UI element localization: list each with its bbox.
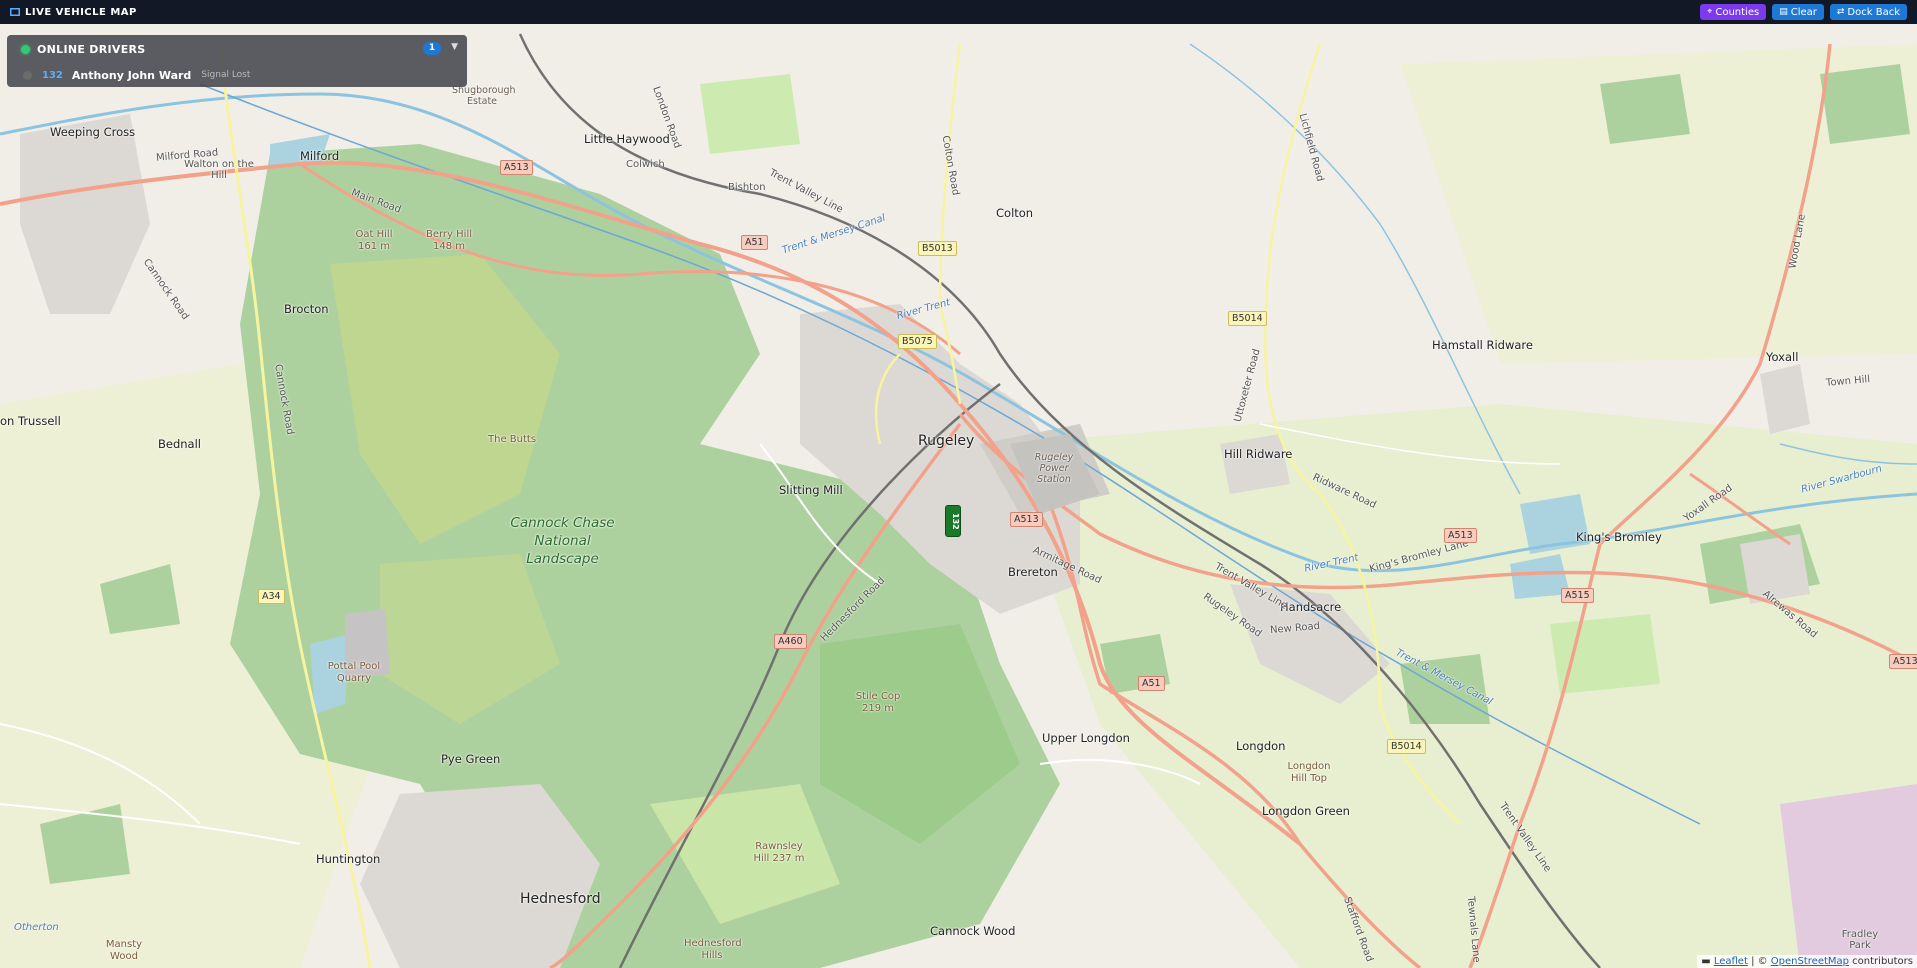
place-rugeley: Rugeley [918, 433, 975, 449]
place-brereton: Brereton [1008, 565, 1058, 579]
driver-vehicle-id: 132 [42, 69, 63, 81]
top-bar: LIVE VEHICLE MAP ⌖ Counties ▤ Clear ⇄ Do… [0, 0, 1917, 24]
signal-status-icon [23, 70, 32, 80]
place-hamstall-ridware: Hamstall Ridware [1432, 338, 1533, 352]
place-pye-green: Pye Green [441, 752, 501, 766]
shield-a513-2: A513 [1010, 512, 1043, 527]
app-title: LIVE VEHICLE MAP [10, 7, 137, 18]
map-attribution: ▬ Leaflet | © OpenStreetMap contributors [1697, 955, 1917, 968]
place-milford: Milford [300, 149, 340, 163]
clear-button[interactable]: ▤ Clear [1772, 4, 1824, 20]
place-brocton: Brocton [284, 302, 329, 316]
place-rugeley-power-station: Rugeley Power Station [1034, 452, 1074, 485]
place-hednesford-hills: Hednesford Hills [684, 938, 742, 961]
peak-oat-hill: Oat Hill 161 m [355, 229, 393, 252]
place-mansty-wood: Mansty Wood [105, 939, 143, 962]
driver-name: Anthony John Ward [71, 68, 192, 82]
peak-stile-cop: Stile Cop 219 m [855, 691, 901, 714]
place-weeping-cross: Weeping Cross [50, 125, 136, 139]
place-the-butts: The Butts [488, 434, 537, 445]
trash-icon: ▤ [1779, 7, 1788, 17]
leaflet-link[interactable]: Leaflet [1714, 956, 1748, 967]
place-cannock-wood: Cannock Wood [930, 924, 1016, 938]
map-pin-icon: ⌖ [1707, 7, 1713, 17]
shield-a515: A515 [1561, 588, 1594, 603]
place-on-trussell: on Trussell [0, 414, 61, 428]
park-cannock-chase: Cannock Chase National Landscape [510, 515, 615, 567]
peak-berry-hill: Berry Hill 148 m [425, 229, 472, 252]
swap-icon: ⇄ [1836, 7, 1845, 17]
place-little-haywood: Little Haywood [584, 132, 670, 146]
clear-label: Clear [1790, 6, 1817, 18]
vehicle-marker[interactable]: 132 [945, 505, 961, 537]
place-upper-longdon: Upper Longdon [1042, 731, 1130, 745]
place-colwich: Colwich [626, 159, 665, 170]
leaflet-flag-icon: ▬ [1701, 956, 1711, 967]
place-colton: Colton [996, 206, 1034, 220]
map-base [0, 24, 1917, 968]
shield-a513-4: A513 [1889, 654, 1917, 669]
dock-back-label: Dock Back [1847, 6, 1900, 18]
peak-rawnsley-hill: Rawnsley Hill 237 m [753, 841, 805, 864]
shield-a51-2: A51 [1138, 676, 1165, 691]
place-longdon: Longdon [1236, 739, 1286, 753]
chevron-down-icon[interactable]: ▼ [451, 42, 458, 52]
shield-a34: A34 [258, 589, 285, 604]
place-bednall: Bednall [158, 437, 201, 451]
place-kings-bromley: King's Bromley [1576, 530, 1662, 544]
counties-button[interactable]: ⌖ Counties [1700, 4, 1767, 20]
counties-label: Counties [1715, 6, 1760, 18]
shield-a513-3: A513 [1444, 528, 1477, 543]
driver-list-item[interactable]: 132 Anthony John Ward Signal Lost [7, 65, 467, 85]
place-yoxall: Yoxall [1766, 350, 1799, 364]
place-walton-on-the-hill: Walton on the Hill [184, 159, 254, 181]
app-title-text: LIVE VEHICLE MAP [25, 6, 137, 18]
shield-b5014-2: B5014 [1387, 739, 1426, 754]
shield-b5014: B5014 [1228, 311, 1267, 326]
place-shugborough: Shugborough Estate [452, 85, 516, 107]
place-huntington: Huntington [316, 852, 381, 866]
online-drivers-panel: ONLINE DRIVERS 1 ▼ 132 Anthony John Ward… [7, 35, 467, 87]
place-longdon-green: Longdon Green [1262, 804, 1350, 818]
place-fradley-park: Fradley Park [1841, 929, 1879, 951]
dock-back-button[interactable]: ⇄ Dock Back [1829, 4, 1907, 20]
drivers-panel-header[interactable]: ONLINE DRIVERS 1 ▼ [7, 35, 467, 63]
place-bishton: Bishton [728, 182, 766, 193]
driver-status: Signal Lost [201, 70, 251, 80]
shield-a460: A460 [774, 634, 807, 649]
shield-b5013: B5013 [918, 241, 957, 256]
online-status-icon [21, 44, 30, 54]
place-slitting-mill: Slitting Mill [779, 483, 843, 497]
place-hill-ridware: Hill Ridware [1224, 447, 1293, 461]
attribution-suffix: contributors [1849, 956, 1913, 967]
place-pottal-pool: Pottal Pool Quarry [327, 661, 381, 684]
shield-a51: A51 [741, 235, 768, 250]
driver-count-badge: 1 [423, 42, 441, 55]
drivers-panel-title: ONLINE DRIVERS [37, 42, 146, 56]
place-longdon-hill-top: Longdon Hill Top [1287, 761, 1331, 784]
map-canvas[interactable]: Rugeley Hednesford Brereton Colton Hamst… [0, 24, 1917, 968]
shield-a513: A513 [500, 160, 533, 175]
osm-link[interactable]: OpenStreetMap [1771, 956, 1849, 967]
map-icon [10, 8, 20, 16]
shield-b5075: B5075 [898, 334, 937, 349]
attribution-separator: | © [1747, 956, 1771, 967]
place-otherton: Otherton [14, 922, 59, 933]
place-hednesford: Hednesford [520, 891, 601, 907]
